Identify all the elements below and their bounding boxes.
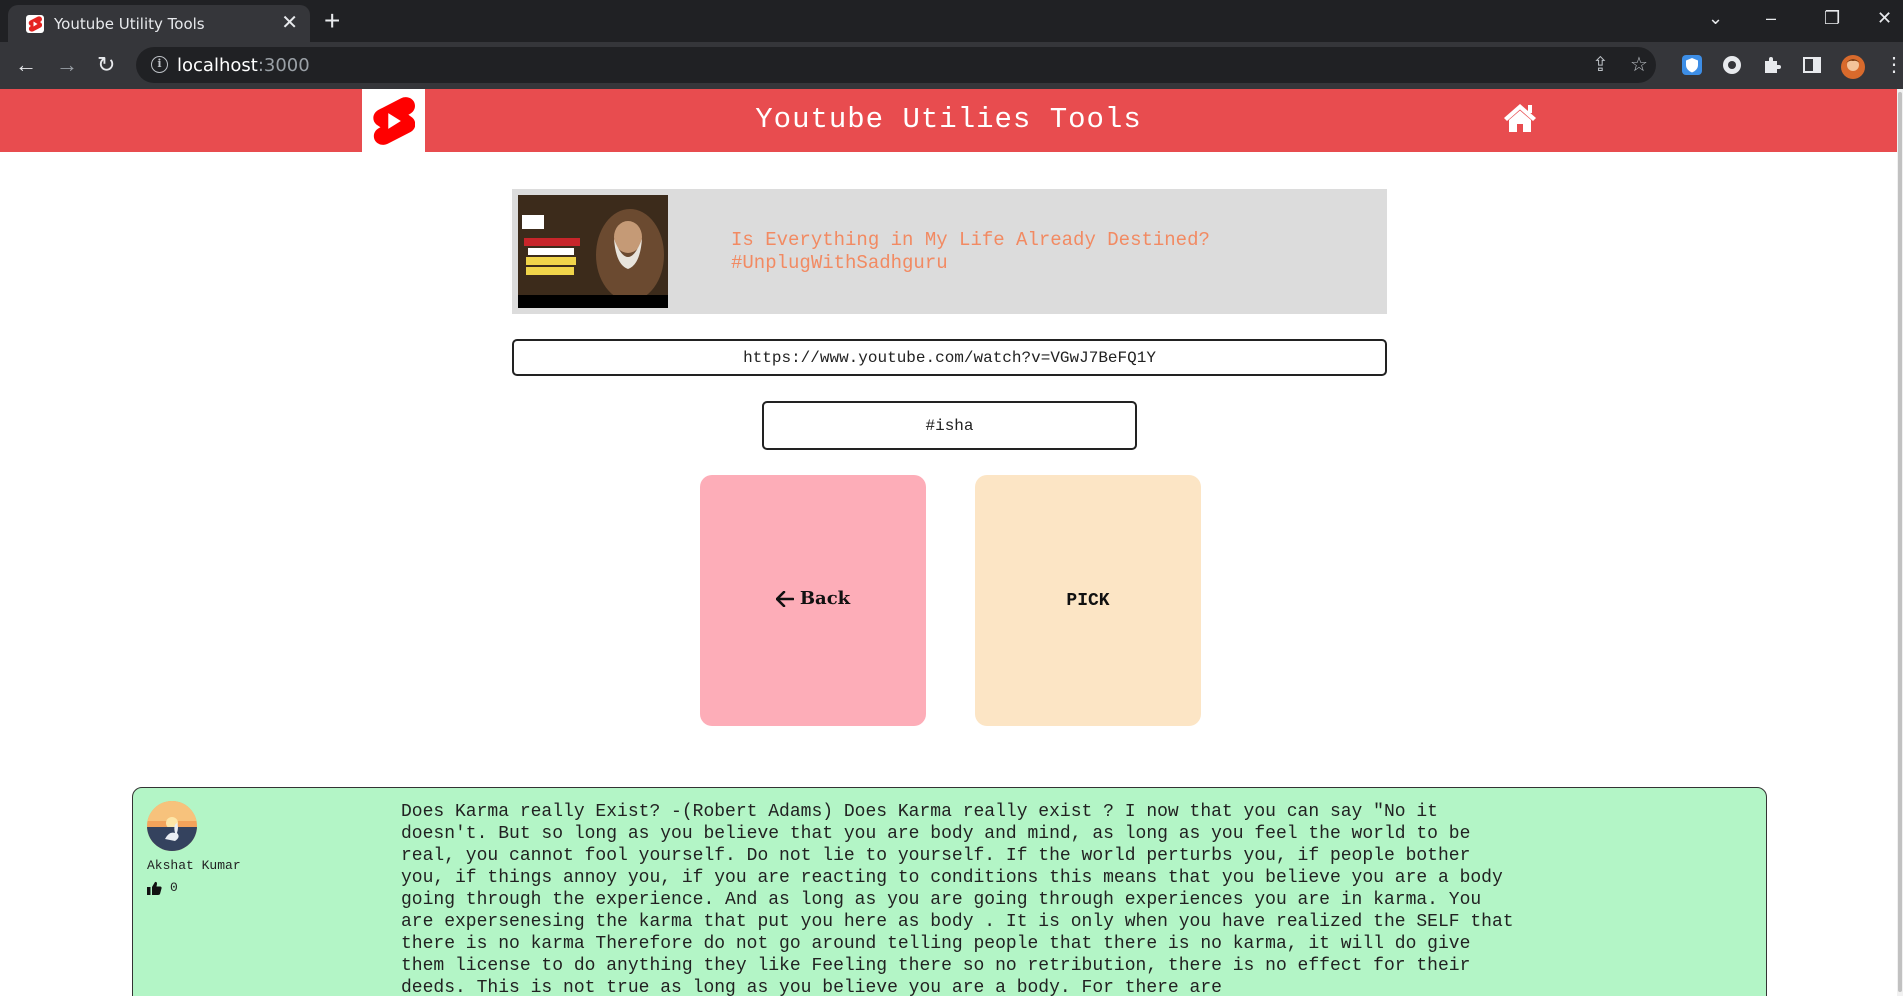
tab-search-icon[interactable]: ⌄ bbox=[1708, 8, 1723, 28]
browser-menu-icon[interactable]: ⋮ bbox=[1884, 53, 1903, 77]
browser-toolbar: ← → ↻ i localhost:3000 ⇪ ☆ ⋮ bbox=[0, 42, 1903, 89]
back-button[interactable]: Back bbox=[700, 475, 926, 726]
youtube-shorts-favicon-icon bbox=[26, 15, 44, 33]
extensions-puzzle-icon[interactable] bbox=[1761, 54, 1783, 76]
window-close-icon[interactable]: ✕ bbox=[1877, 8, 1892, 28]
video-card: Is Everything in My Life Already Destine… bbox=[512, 189, 1387, 314]
thumbs-up-icon[interactable] bbox=[147, 881, 162, 895]
extension-shield-icon[interactable] bbox=[1681, 54, 1703, 76]
extension-circle-icon[interactable] bbox=[1721, 54, 1743, 76]
reload-icon[interactable]: ↻ bbox=[97, 53, 115, 77]
bookmark-star-icon[interactable]: ☆ bbox=[1630, 54, 1648, 76]
pick-button-label: PICK bbox=[1066, 590, 1110, 611]
comment-author: Akshat Kumar bbox=[147, 858, 241, 873]
share-icon[interactable]: ⇪ bbox=[1592, 54, 1609, 76]
app-header: Youtube Utilies Tools bbox=[0, 89, 1897, 152]
profile-avatar-icon[interactable] bbox=[1840, 54, 1865, 79]
back-nav-icon[interactable]: ← bbox=[15, 53, 37, 77]
video-url-input[interactable] bbox=[512, 339, 1387, 376]
arrow-left-icon bbox=[775, 590, 794, 607]
browser-tab[interactable]: Youtube Utility Tools ✕ bbox=[8, 5, 310, 42]
address-bar[interactable]: i localhost:3000 ⇪ ☆ bbox=[136, 47, 1656, 83]
back-button-label: Back bbox=[799, 588, 851, 610]
minimize-icon[interactable]: – bbox=[1766, 8, 1776, 28]
video-thumbnail[interactable] bbox=[518, 195, 668, 308]
address-url: localhost:3000 bbox=[177, 55, 310, 76]
restore-icon[interactable]: ❐ bbox=[1824, 8, 1840, 28]
home-icon[interactable] bbox=[1502, 102, 1538, 139]
new-tab-button[interactable]: + bbox=[324, 7, 340, 35]
tab-close-icon[interactable]: ✕ bbox=[281, 13, 298, 33]
app-title: Youtube Utilies Tools bbox=[755, 103, 1142, 136]
avatar bbox=[147, 801, 197, 851]
comment-text: Does Karma really Exist? -(Robert Adams)… bbox=[401, 802, 1514, 996]
video-title: Is Everything in My Life Already Destine… bbox=[731, 229, 1210, 274]
browser-tab-bar: Youtube Utility Tools ✕ + ⌄ – ❐ ✕ bbox=[0, 0, 1903, 42]
tab-title: Youtube Utility Tools bbox=[54, 15, 205, 33]
like-count: 0 bbox=[170, 880, 178, 895]
site-info-icon[interactable]: i bbox=[151, 56, 168, 73]
comment-likes: 0 bbox=[147, 880, 178, 895]
comment-card: Akshat Kumar 0 Does Karma really Exist? … bbox=[132, 787, 1767, 996]
page-scrollbar-thumb[interactable] bbox=[1898, 92, 1902, 992]
hashtag-input[interactable] bbox=[762, 401, 1137, 450]
pick-button[interactable]: PICK bbox=[975, 475, 1201, 726]
forward-nav-icon[interactable]: → bbox=[56, 53, 78, 77]
side-panel-icon[interactable] bbox=[1801, 54, 1823, 76]
